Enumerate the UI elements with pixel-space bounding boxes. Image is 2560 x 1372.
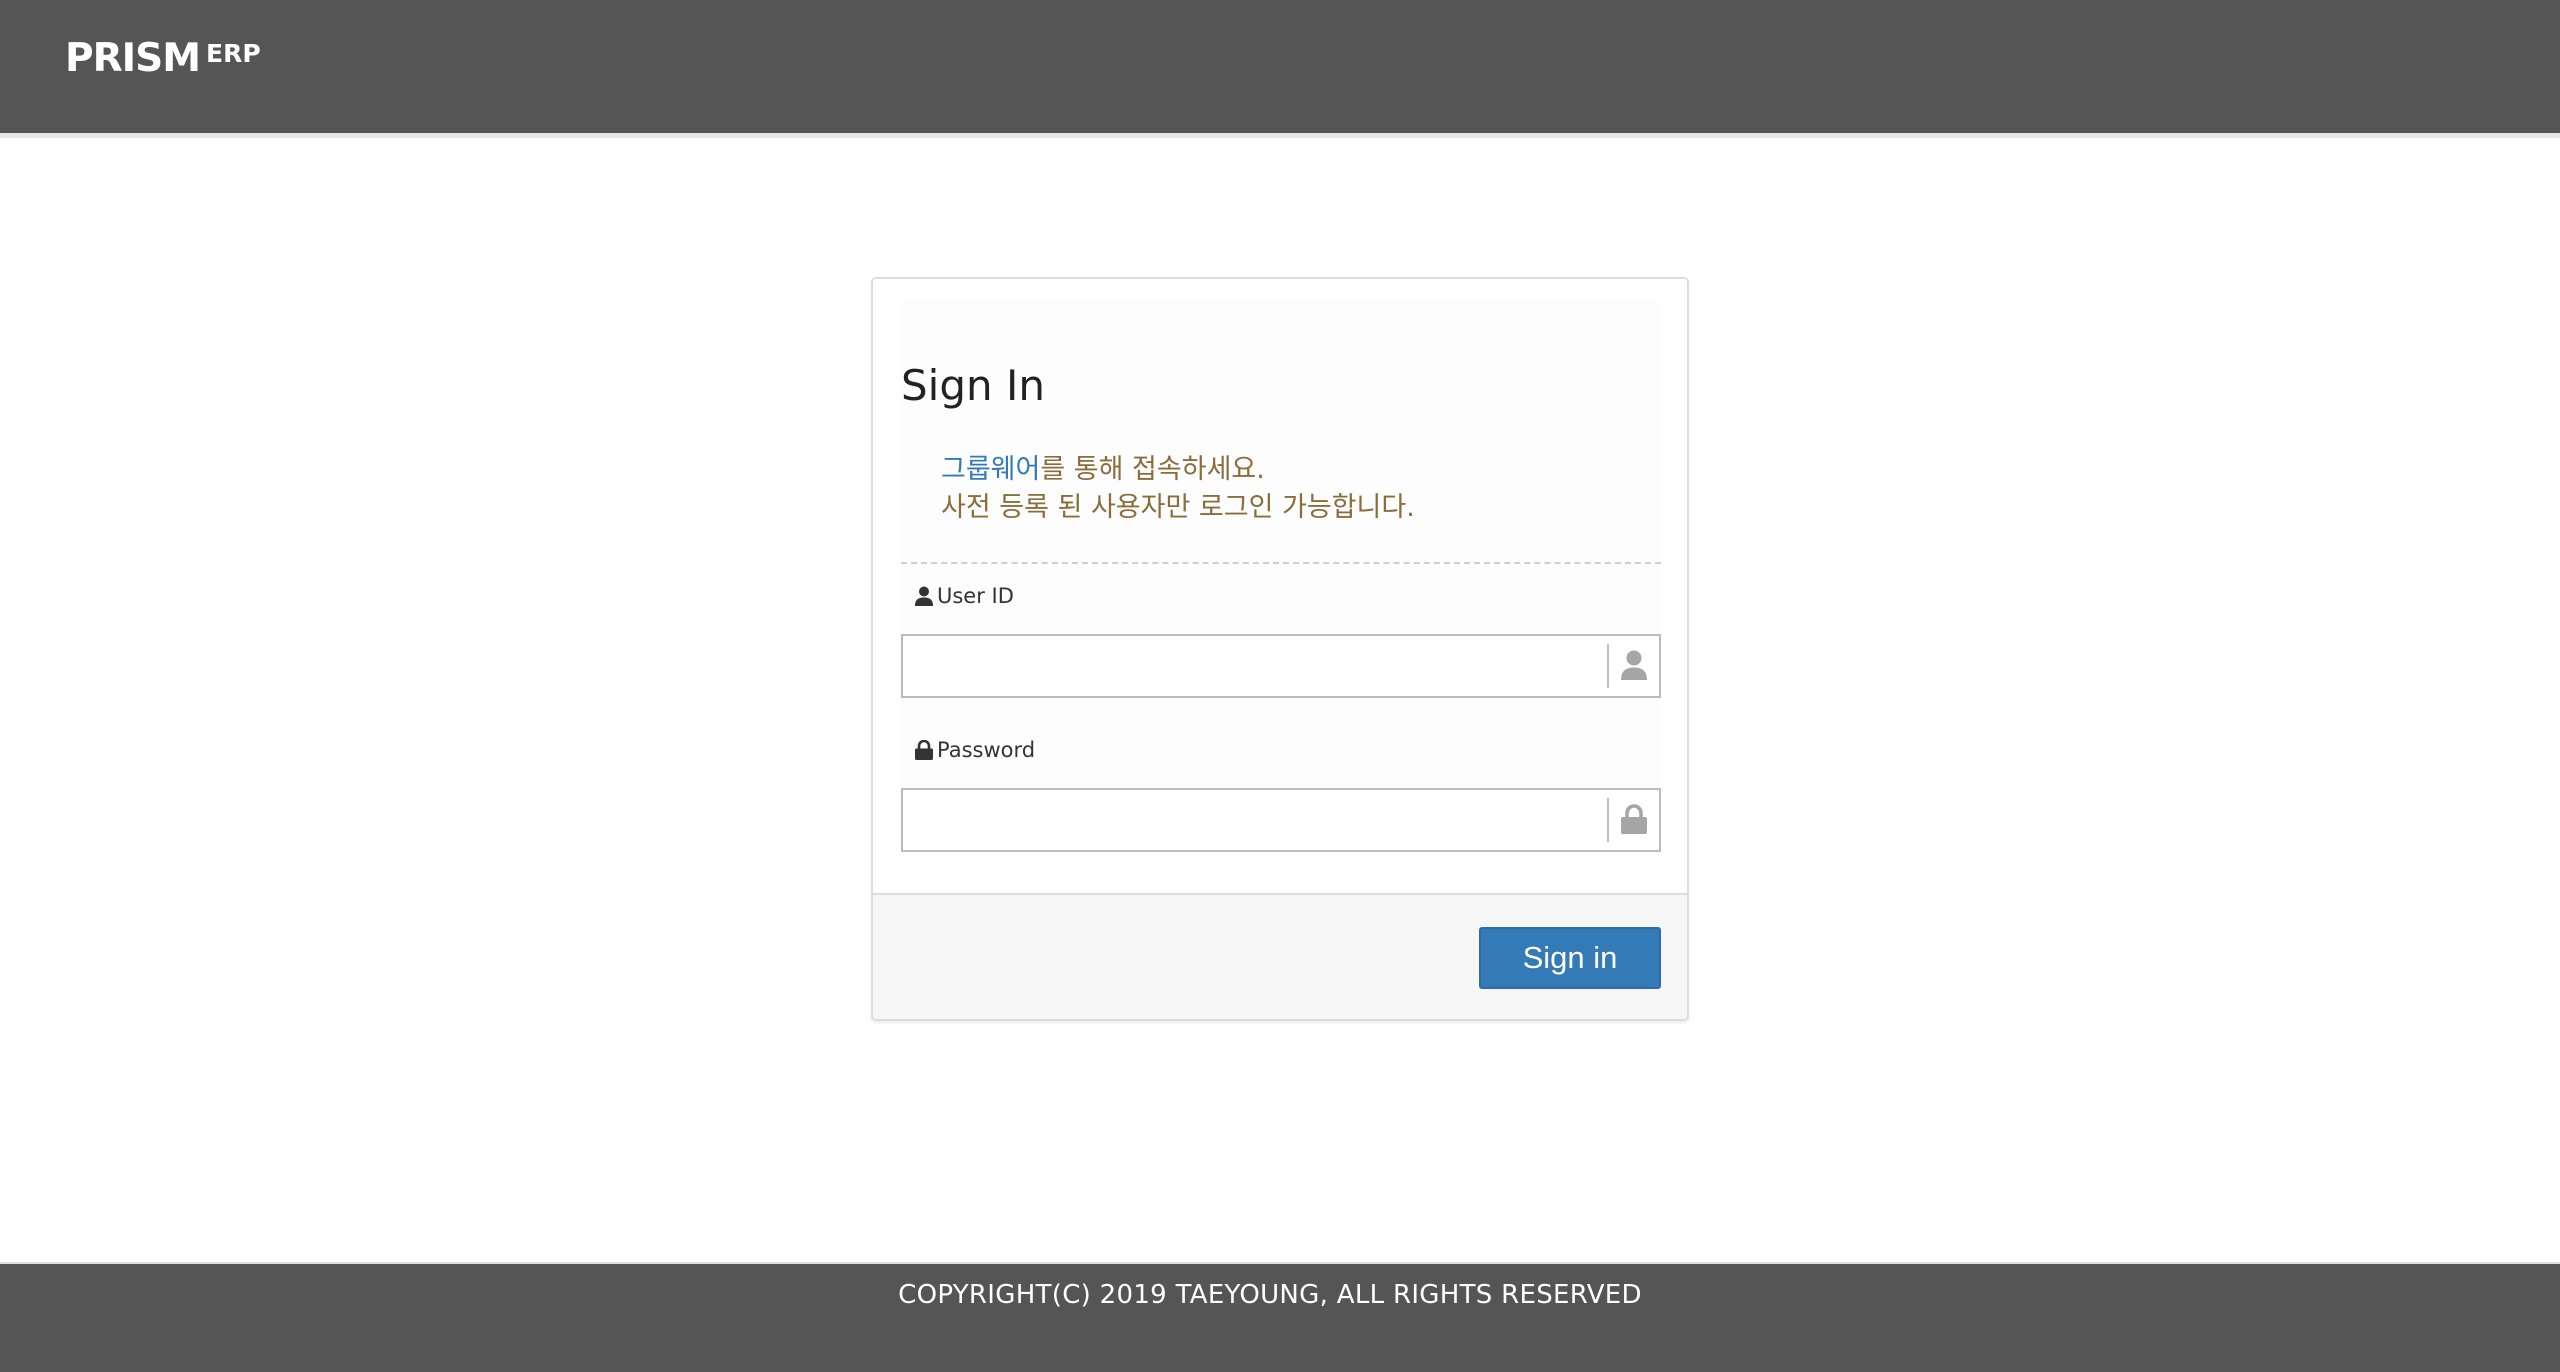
notice-line-1: 그룹웨어를 통해 접속하세요.: [941, 451, 1415, 489]
user-icon: [1621, 650, 1647, 680]
user-id-field-wrapper: [901, 634, 1661, 698]
logo-sub-text: ERP: [206, 39, 261, 68]
header-divider: [0, 133, 2560, 138]
login-notice: 그룹웨어를 통해 접속하세요. 사전 등록 된 사용자만 로그인 가능합니다.: [941, 451, 1415, 527]
password-input[interactable]: [903, 790, 1603, 850]
groupware-link[interactable]: 그룹웨어: [941, 454, 1040, 485]
sign-in-button[interactable]: Sign in: [1479, 927, 1661, 989]
login-card: Sign In 그룹웨어를 통해 접속하세요. 사전 등록 된 사용자만 로그인…: [871, 277, 1689, 1021]
page-footer: COPYRIGHT(C) 2019 TAEYOUNG, ALL RIGHTS R…: [0, 1262, 2560, 1372]
input-separator: [1607, 644, 1609, 688]
password-label: Password: [915, 738, 1035, 762]
login-card-footer: Sign in: [873, 893, 1687, 1019]
login-title: Sign In: [901, 361, 1045, 410]
user-id-label-text: User ID: [937, 584, 1014, 608]
top-header: PRISM ERP: [0, 0, 2560, 133]
notice-line-1-text: 를 통해 접속하세요.: [1040, 454, 1265, 485]
user-id-label: User ID: [915, 584, 1014, 608]
app-logo[interactable]: PRISM ERP: [65, 36, 261, 81]
input-separator: [1607, 798, 1609, 842]
password-field-wrapper: [901, 788, 1661, 852]
lock-icon: [915, 740, 933, 760]
copyright-text: COPYRIGHT(C) 2019 TAEYOUNG, ALL RIGHTS R…: [898, 1280, 1642, 1310]
user-icon: [915, 586, 933, 606]
dashed-divider: [901, 562, 1661, 564]
password-label-text: Password: [937, 738, 1036, 762]
logo-main-text: PRISM: [65, 36, 201, 81]
notice-line-2: 사전 등록 된 사용자만 로그인 가능합니다.: [941, 492, 1415, 523]
user-id-input[interactable]: [903, 636, 1603, 696]
lock-icon: [1621, 804, 1647, 834]
